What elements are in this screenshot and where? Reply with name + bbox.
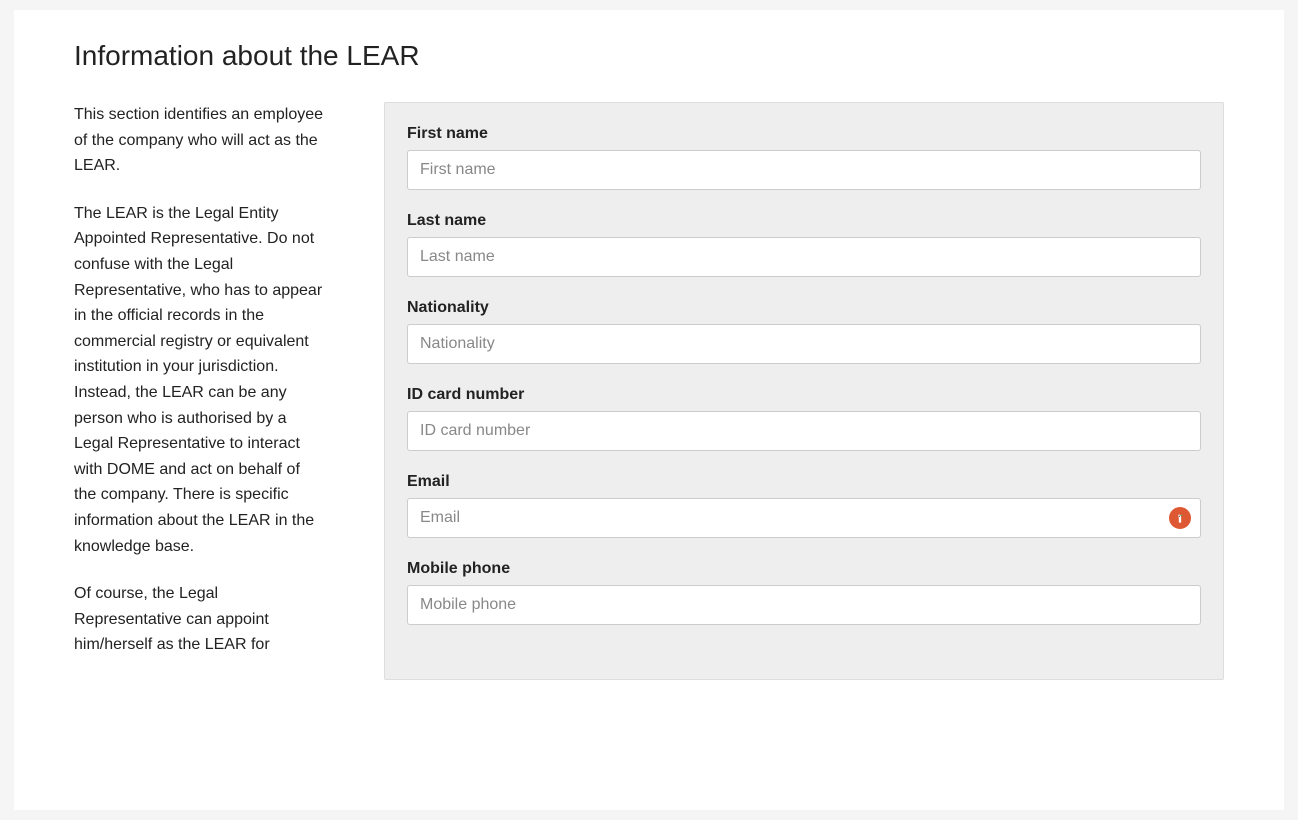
description-paragraph-3: Of course, the Legal Representative can … <box>74 581 324 658</box>
page-title: Information about the LEAR <box>74 40 1224 72</box>
content-row: This section identifies an employee of t… <box>74 102 1224 680</box>
nationality-input[interactable] <box>407 324 1201 364</box>
first-name-label: First name <box>407 125 1201 143</box>
mobile-group: Mobile phone <box>407 560 1201 625</box>
nationality-label: Nationality <box>407 299 1201 317</box>
mobile-input[interactable] <box>407 585 1201 625</box>
id-card-group: ID card number <box>407 386 1201 451</box>
id-card-label: ID card number <box>407 386 1201 404</box>
lear-form-panel: First name Last name Nationality ID card… <box>384 102 1224 680</box>
description-paragraph-1: This section identifies an employee of t… <box>74 102 324 179</box>
first-name-input[interactable] <box>407 150 1201 190</box>
description-paragraph-2: The LEAR is the Legal Entity Appointed R… <box>74 201 324 559</box>
mobile-label: Mobile phone <box>407 560 1201 578</box>
id-card-input[interactable] <box>407 411 1201 451</box>
last-name-label: Last name <box>407 212 1201 230</box>
page-container: Information about the LEAR This section … <box>14 10 1284 810</box>
last-name-input[interactable] <box>407 237 1201 277</box>
description-column: This section identifies an employee of t… <box>74 102 324 680</box>
first-name-group: First name <box>407 125 1201 190</box>
email-input-wrapper <box>407 498 1201 538</box>
duckduckgo-email-icon[interactable] <box>1169 507 1191 529</box>
last-name-group: Last name <box>407 212 1201 277</box>
email-label: Email <box>407 473 1201 491</box>
email-group: Email <box>407 473 1201 538</box>
email-input[interactable] <box>407 498 1201 538</box>
nationality-group: Nationality <box>407 299 1201 364</box>
